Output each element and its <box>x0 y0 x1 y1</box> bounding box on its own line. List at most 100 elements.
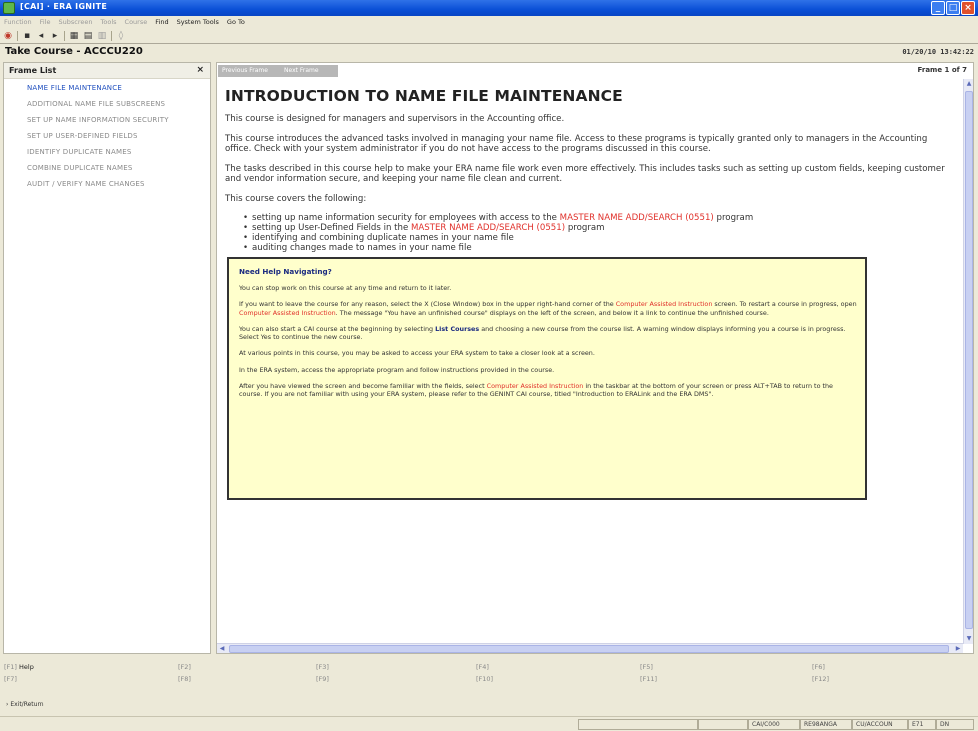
attachment-icon[interactable]: ◊ <box>116 31 126 41</box>
main-panel: Take Course - ACCCU220 01/20/10 13:42:22… <box>0 43 978 658</box>
f9-button[interactable]: [F9] <box>316 675 329 683</box>
menu-find[interactable]: Find <box>155 16 168 29</box>
maximize-button[interactable]: □ <box>946 1 960 15</box>
function-key-bar: [F1] Help [F2] [F3] [F4] [F5] [F6] [F7] … <box>0 660 978 688</box>
f2-button[interactable]: [F2] <box>178 663 191 671</box>
cai-link[interactable]: Computer Assisted Instruction <box>239 309 336 317</box>
topics-list: setting up name information security for… <box>243 213 955 253</box>
help-paragraph: In the ERA system, access the appropriat… <box>239 365 555 374</box>
frame-list-header: Frame List × <box>4 63 210 79</box>
menu-go-to[interactable]: Go To <box>227 16 245 29</box>
f1-help-button[interactable]: [F1] Help <box>4 663 34 671</box>
course-header: Take Course - ACCCU220 01/20/10 13:42:22 <box>0 44 978 60</box>
status-mode: DN <box>936 719 974 730</box>
horizontal-scrollbar[interactable]: ◀ ▶ <box>217 643 963 653</box>
save-icon[interactable]: ▪ <box>22 31 32 41</box>
cai-link[interactable]: Computer Assisted Instruction <box>616 300 713 308</box>
bullet-text: program <box>713 213 754 223</box>
f8-button[interactable]: [F8] <box>178 675 191 683</box>
previous-frame-button[interactable]: Previous Frame <box>218 65 280 77</box>
calendar-icon[interactable]: ▤ <box>83 31 93 41</box>
close-button[interactable]: × <box>961 1 975 15</box>
next-frame-button[interactable]: Next Frame <box>280 65 338 77</box>
covers-paragraph: This course covers the following: <box>225 193 367 204</box>
toolbar: ◉ ▪ ◂ ▸ ▦ ▤ ▥ ◊ <box>0 29 978 43</box>
window-title: [CAI] · ERA IGNITE <box>20 2 108 11</box>
horizontal-scroll-thumb[interactable] <box>229 645 949 653</box>
scroll-up-icon[interactable]: ▲ <box>964 79 974 89</box>
toolbar-separator <box>17 31 18 41</box>
status-program: CAI/C000 <box>748 719 800 730</box>
vertical-scrollbar[interactable]: ▲ ▼ <box>963 79 973 644</box>
minimize-button[interactable]: _ <box>931 1 945 15</box>
frame-item-additional-subscreens[interactable]: ADDITIONAL NAME FILE SUBSCREENS <box>27 99 207 109</box>
vertical-scroll-thumb[interactable] <box>965 91 973 629</box>
f11-button[interactable]: [F11] <box>640 675 657 683</box>
application-window: [CAI] · ERA IGNITE _ □ × Function File S… <box>0 0 978 731</box>
intro-paragraph: This course is designed for managers and… <box>225 114 565 124</box>
fkey-code: [F1] <box>4 663 17 671</box>
status-bar: CAI/C000 RE98ANGA CU/ACCOUN E71 DN <box>0 716 978 731</box>
f3-button[interactable]: [F3] <box>316 663 329 671</box>
help-text: . The message "You have an unfinished co… <box>335 308 769 317</box>
f10-button[interactable]: [F10] <box>476 675 493 683</box>
frame-item-name-info-security[interactable]: SET UP NAME INFORMATION SECURITY <box>27 115 207 125</box>
frame-item-combine-duplicates[interactable]: COMBINE DUPLICATE NAMES <box>27 163 207 173</box>
help-text: If you want to leave the course for any … <box>239 300 616 309</box>
tasks-paragraph: The tasks described in this course help … <box>225 163 945 185</box>
title-bar[interactable]: [CAI] · ERA IGNITE _ □ × <box>0 0 978 16</box>
toolbar-separator <box>111 31 112 41</box>
frame-list-close-icon[interactable]: × <box>196 65 204 75</box>
scroll-down-icon[interactable]: ▼ <box>964 634 974 644</box>
access-paragraph: This course introduces the advanced task… <box>225 133 928 155</box>
fkey-label: Help <box>19 663 34 671</box>
help-title: Need Help Navigating? <box>239 267 332 276</box>
help-paragraph: If you want to leave the course for any … <box>239 300 857 317</box>
course-content: INTRODUCTION TO NAME FILE MAINTENANCE Th… <box>217 79 963 644</box>
program-link[interactable]: MASTER NAME ADD/SEARCH (0551) <box>411 223 565 233</box>
app-icon <box>3 2 15 14</box>
frame-item-name-file-maintenance[interactable]: NAME FILE MAINTENANCE <box>27 83 207 93</box>
image-icon[interactable]: ▦ <box>69 31 79 41</box>
scroll-right-icon[interactable]: ▶ <box>953 644 963 654</box>
back-arrow-icon[interactable]: ◂ <box>36 31 46 41</box>
status-terminal: E71 <box>908 719 936 730</box>
menu-function[interactable]: Function <box>4 16 32 29</box>
menu-system-tools[interactable]: System Tools <box>177 16 219 29</box>
window-controls: _ □ × <box>931 1 975 15</box>
program-link[interactable]: MASTER NAME ADD/SEARCH (0551) <box>560 213 714 223</box>
list-item: setting up User-Defined Fields in the MA… <box>243 223 955 233</box>
exit-return-label: Exit/Return <box>10 701 44 708</box>
frame-list-panel: Frame List × NAME FILE MAINTENANCE ADDIT… <box>3 62 211 654</box>
f12-button[interactable]: [F12] <box>812 675 829 683</box>
frame-item-audit-changes[interactable]: AUDIT / VERIFY NAME CHANGES <box>27 179 207 189</box>
list-item: setting up name information security for… <box>243 213 955 223</box>
list-item: auditing changes made to names in your n… <box>243 243 955 253</box>
f5-button[interactable]: [F5] <box>640 663 653 671</box>
help-navigating-box: Need Help Navigating? You can stop work … <box>227 257 867 500</box>
frame-counter: Frame 1 of 7 <box>917 66 967 74</box>
exit-bar: › Exit/Return <box>0 699 978 711</box>
f7-button[interactable]: [F7] <box>4 675 17 683</box>
forward-arrow-icon[interactable]: ▸ <box>50 31 60 41</box>
f4-button[interactable]: [F4] <box>476 663 489 671</box>
bullet-text: setting up name information security for… <box>252 213 560 223</box>
f6-button[interactable]: [F6] <box>812 663 825 671</box>
menu-tools[interactable]: Tools <box>101 16 117 29</box>
frame-item-identify-duplicates[interactable]: IDENTIFY DUPLICATE NAMES <box>27 147 207 157</box>
frame-list-items: NAME FILE MAINTENANCE ADDITIONAL NAME FI… <box>4 79 210 189</box>
menu-subscreen[interactable]: Subscreen <box>59 16 93 29</box>
frame-item-user-defined-fields[interactable]: SET UP USER-DEFINED FIELDS <box>27 131 207 141</box>
exit-return-button[interactable]: › Exit/Return <box>6 701 44 708</box>
help-paragraph: You can also start a CAI course at the b… <box>239 325 857 342</box>
globe-icon[interactable]: ◉ <box>3 31 13 41</box>
menu-course[interactable]: Course <box>125 16 148 29</box>
scroll-left-icon[interactable]: ◀ <box>217 644 227 654</box>
menu-file[interactable]: File <box>40 16 51 29</box>
list-courses-text: List Courses <box>435 324 480 333</box>
frame-list-title: Frame List <box>9 66 57 75</box>
page-heading: INTRODUCTION TO NAME FILE MAINTENANCE <box>225 87 623 105</box>
help-paragraph: At various points in this course, you ma… <box>239 349 595 358</box>
cai-link[interactable]: Computer Assisted Instruction <box>487 382 584 390</box>
calculator-icon[interactable]: ▥ <box>97 31 107 41</box>
